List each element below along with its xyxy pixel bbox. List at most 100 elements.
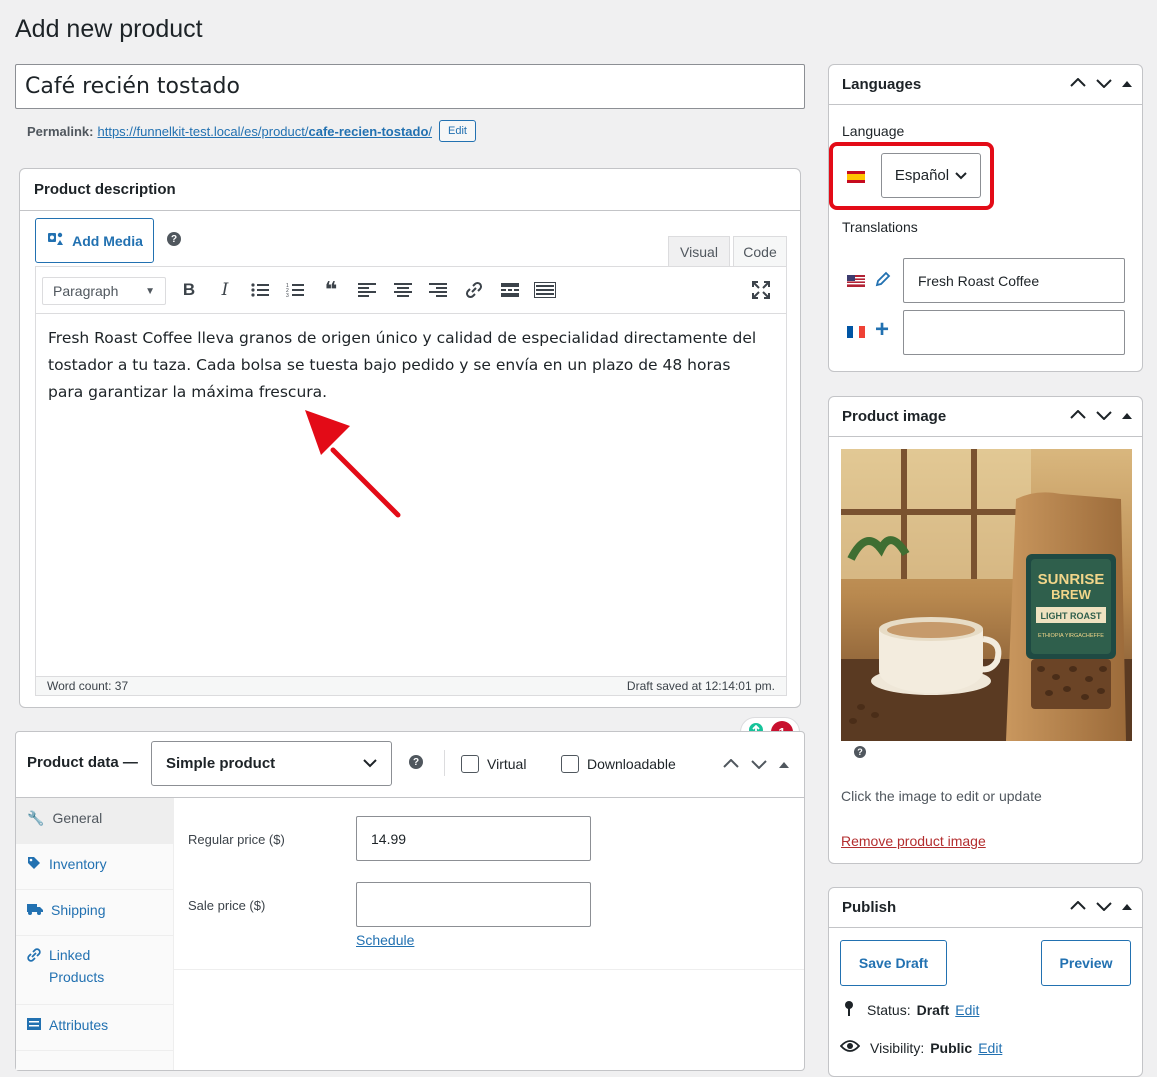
align-left-icon[interactable] (356, 279, 378, 301)
chevron-down-icon[interactable] (751, 756, 767, 772)
permalink-base: https://funnelkit-test.local/es/product/ (97, 123, 309, 139)
status-value: Draft (916, 1001, 950, 1018)
chevron-down-icon (363, 755, 377, 772)
tab-linked-products[interactable]: Linked Products (16, 936, 174, 1005)
virtual-checkbox-row[interactable]: Virtual (461, 755, 526, 773)
product-image-controls (1070, 407, 1132, 423)
languages-title: Languages (842, 76, 922, 93)
collapse-icon[interactable] (1122, 75, 1132, 91)
bullet-list-icon[interactable] (249, 279, 271, 301)
chevron-up-icon[interactable] (1070, 898, 1086, 914)
italic-icon[interactable]: I (214, 279, 236, 301)
product-data-title: Product data — (27, 754, 138, 771)
permalink-edit-button[interactable]: Edit (439, 120, 476, 142)
sale-price-label: Sale price ($) (188, 898, 266, 913)
read-more-icon[interactable] (499, 279, 521, 301)
add-media-button[interactable]: Add Media (35, 218, 154, 263)
visibility-value: Public (930, 1039, 973, 1056)
add-media-label: Add Media (72, 232, 143, 249)
description-title: Product description (34, 181, 176, 198)
schedule-link[interactable]: Schedule (356, 932, 414, 948)
preview-button[interactable]: Preview (1041, 940, 1131, 986)
tab-general[interactable]: 🔧 General (16, 798, 174, 844)
translation-en-input[interactable]: Fresh Roast Coffee (903, 258, 1125, 303)
virtual-checkbox[interactable] (461, 755, 479, 773)
editor-status-bar: Word count: 37 Draft saved at 12:14:01 p… (36, 676, 786, 695)
chevron-up-icon[interactable] (1070, 407, 1086, 423)
product-title-input[interactable]: Café recién tostado (15, 64, 805, 109)
help-icon[interactable]: ? (167, 232, 181, 246)
tab-code[interactable]: Code (733, 236, 787, 267)
wrench-icon: 🔧 (27, 810, 45, 826)
permalink-slug: cafe-recien-tostado (308, 123, 429, 139)
remove-product-image-link[interactable]: Remove product image (841, 833, 986, 849)
collapse-icon[interactable] (1122, 898, 1132, 914)
languages-header: Languages (829, 65, 1142, 105)
toolbar-toggle-icon[interactable] (534, 279, 556, 301)
divider (174, 969, 804, 970)
translation-fr-input[interactable] (903, 310, 1125, 355)
downloadable-checkbox-row[interactable]: Downloadable (561, 755, 676, 773)
blockquote-icon[interactable]: ❝ (320, 277, 342, 302)
tab-inventory[interactable]: Inventory (16, 844, 174, 890)
editor-content[interactable]: Fresh Roast Coffee lleva granos de orige… (48, 325, 766, 406)
divider (444, 750, 445, 776)
bold-icon[interactable]: B (178, 279, 200, 301)
image-help-icon[interactable]: ? (854, 746, 866, 758)
product-type-help-icon[interactable]: ? (409, 755, 423, 769)
tab-visual[interactable]: Visual (668, 236, 730, 267)
align-center-icon[interactable] (392, 279, 414, 301)
status-label: Status: (867, 1001, 911, 1018)
chevron-up-icon[interactable] (723, 756, 739, 772)
collapse-icon[interactable] (779, 756, 789, 772)
numbered-list-icon[interactable]: 123 (284, 279, 306, 301)
draft-saved: Draft saved at 12:14:01 pm. (626, 679, 775, 693)
pencil-icon[interactable] (875, 271, 891, 290)
downloadable-checkbox[interactable] (561, 755, 579, 773)
product-image[interactable]: SUNRISE BREW LIGHT ROAST ETHIOPIA YIRGAC… (841, 449, 1132, 741)
publish-controls (1070, 898, 1132, 914)
bag-brand-line1: SUNRISE (1038, 571, 1105, 588)
bag-origin: ETHIOPIA YIRGACHEFFE (1038, 633, 1104, 639)
link-icon[interactable] (463, 279, 485, 301)
save-draft-button[interactable]: Save Draft (840, 940, 947, 986)
publish-box: Publish Save Draft Preview Status: Draft… (828, 887, 1143, 1077)
product-type-value: Simple product (166, 755, 276, 772)
chevron-down-icon (955, 167, 967, 184)
plus-icon[interactable]: + (875, 318, 889, 342)
permalink-trailing: / (428, 123, 433, 139)
format-select-value: Paragraph (53, 283, 119, 299)
visibility-edit-link[interactable]: Edit (978, 1040, 1002, 1056)
chevron-down-icon[interactable] (1096, 898, 1112, 914)
align-right-icon[interactable] (427, 279, 449, 301)
tab-general-label: General (52, 810, 103, 826)
annotation-arrow (305, 410, 401, 518)
status-edit-link[interactable]: Edit (955, 1002, 979, 1018)
chevron-down-icon[interactable] (1096, 407, 1112, 423)
tab-attributes-label: Attributes (49, 1017, 109, 1033)
permalink-label: Permalink: (27, 123, 94, 139)
sale-price-input[interactable] (356, 882, 591, 927)
publish-header: Publish (829, 888, 1142, 928)
permalink-link[interactable]: https://funnelkit-test.local/es/product/… (97, 124, 432, 139)
chevron-down-icon[interactable] (1096, 75, 1112, 91)
downloadable-label: Downloadable (587, 756, 676, 772)
product-data-tabs: 🔧 General Inventory Shipping Linked Prod… (16, 798, 174, 1070)
format-select[interactable]: Paragraph ▼ (42, 277, 166, 305)
product-type-select[interactable]: Simple product (151, 741, 392, 786)
regular-price-input[interactable]: 14.99 (356, 816, 591, 861)
collapse-icon[interactable] (1122, 407, 1132, 423)
chevron-up-icon[interactable] (1070, 75, 1086, 91)
description-header: Product description (20, 169, 800, 211)
bag-brand-line2: BREW (1051, 587, 1091, 602)
language-select[interactable]: Español (881, 153, 981, 198)
visibility-label: Visibility: (870, 1039, 925, 1056)
truck-icon (27, 902, 43, 919)
tab-attributes[interactable]: Attributes (16, 1005, 174, 1051)
caret-down-icon: ▼ (145, 285, 155, 297)
tab-inventory-label: Inventory (49, 856, 107, 872)
product-description-box: Product description Add Media ? Visual C… (19, 168, 801, 747)
fullscreen-icon[interactable] (750, 279, 772, 301)
tab-shipping-label: Shipping (51, 902, 106, 918)
tab-shipping[interactable]: Shipping (16, 890, 174, 936)
